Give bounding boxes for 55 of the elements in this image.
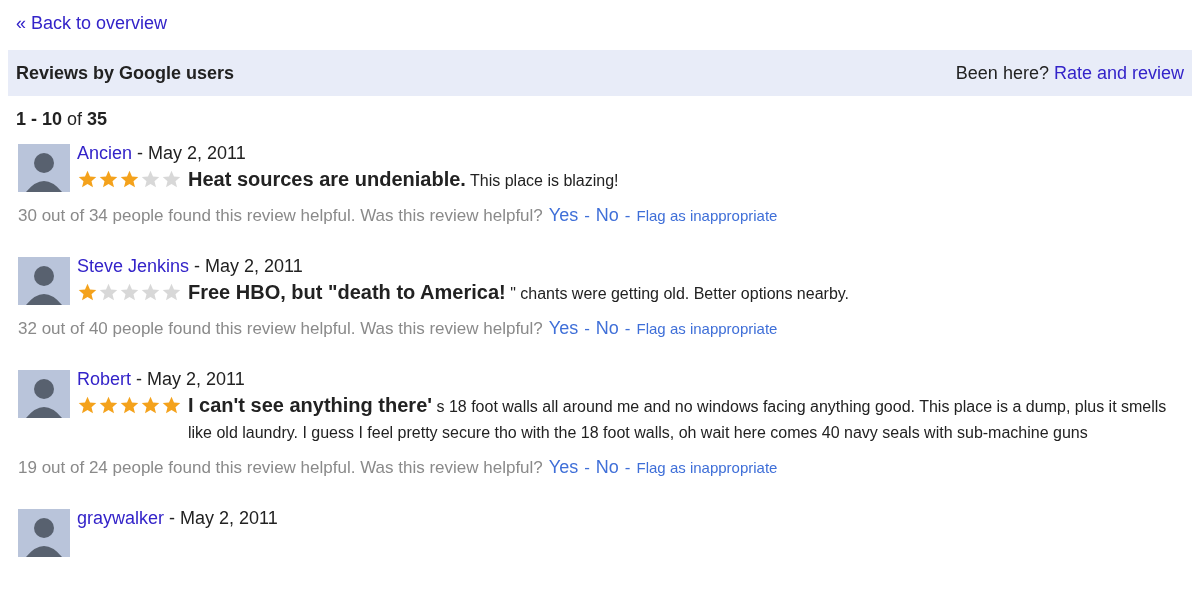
star-icon bbox=[98, 282, 119, 302]
vote-link[interactable]: No bbox=[595, 454, 619, 481]
star-icon bbox=[161, 282, 182, 302]
separator-text: - bbox=[584, 318, 590, 340]
star-icon bbox=[161, 395, 182, 415]
review-text: Free HBO, but "death to America! " chants were getting old. Better options nearby. bbox=[188, 280, 850, 305]
rate-and-review-link[interactable]: Rate and review bbox=[1053, 59, 1184, 87]
separator-text: - bbox=[624, 318, 631, 340]
avatar-icon bbox=[18, 370, 70, 418]
review-date: - May 2, 2011 bbox=[194, 255, 303, 278]
vote-link[interactable]: Yes bbox=[548, 202, 579, 229]
vote-link[interactable]: No bbox=[595, 315, 619, 342]
vote-link[interactable]: No bbox=[595, 202, 619, 229]
avatar-icon bbox=[18, 509, 70, 557]
star-icon bbox=[119, 282, 140, 302]
separator-text: - bbox=[584, 205, 590, 227]
range-text: 1 - 10 bbox=[16, 108, 63, 131]
review-date: - May 2, 2011 bbox=[136, 368, 245, 391]
range-text: of bbox=[67, 108, 83, 131]
reviewer-name[interactable]: Robert bbox=[77, 366, 132, 392]
reviewer-name[interactable]: Steve Jenkins bbox=[77, 253, 190, 279]
reviewer-name[interactable]: graywalker bbox=[77, 505, 165, 531]
section-title: Reviews by Google users bbox=[16, 61, 235, 85]
separator-text: - bbox=[584, 457, 590, 479]
back-link[interactable]: « Back to overview bbox=[16, 13, 168, 33]
separator-text: - bbox=[624, 457, 631, 479]
star-icon bbox=[77, 395, 98, 415]
star-icon bbox=[161, 169, 182, 189]
separator-text: - bbox=[624, 205, 631, 227]
star-icon bbox=[98, 169, 119, 189]
star-icon bbox=[140, 169, 161, 189]
star-icon bbox=[98, 395, 119, 415]
avatar-icon bbox=[18, 257, 70, 305]
review-text: Heat sources are undeniable. This place is blazing! bbox=[188, 167, 619, 192]
avatar-icon bbox=[18, 144, 70, 192]
star-icon bbox=[140, 282, 161, 302]
helpful-text: 32 out of 40 people found this review helpful. Was this review helpful? bbox=[18, 318, 543, 340]
flag-link[interactable]: Flag as inappropriate bbox=[636, 318, 778, 341]
review-text: I can't see anything there' s 18 foot walls all around me and no windows facing anything good. This place is a dump, plus it smells like old laundry. I guess I feel pretty secure tho with the 18 foot walls, oh wait here comes 40 navy seals with sub-machine guns bbox=[188, 393, 1168, 443]
prompt-text: Been here? bbox=[955, 61, 1049, 85]
helpful-text: 19 out of 24 people found this review helpful. Was this review helpful? bbox=[18, 457, 543, 479]
star-icon bbox=[119, 395, 140, 415]
star-icon bbox=[77, 169, 98, 189]
star-icon bbox=[140, 395, 161, 415]
star-icon bbox=[119, 169, 140, 189]
star-icon bbox=[77, 282, 98, 302]
flag-link[interactable]: Flag as inappropriate bbox=[636, 205, 778, 228]
helpful-text: 30 out of 34 people found this review helpful. Was this review helpful? bbox=[18, 205, 543, 227]
vote-link[interactable]: Yes bbox=[548, 315, 579, 342]
range-total: 35 bbox=[87, 108, 108, 131]
flag-link[interactable]: Flag as inappropriate bbox=[636, 457, 778, 480]
reviewer-name[interactable]: Ancien bbox=[77, 140, 133, 166]
review-date: - May 2, 2011 bbox=[137, 142, 246, 165]
vote-link[interactable]: Yes bbox=[548, 454, 579, 481]
review-date: - May 2, 2011 bbox=[169, 507, 278, 530]
